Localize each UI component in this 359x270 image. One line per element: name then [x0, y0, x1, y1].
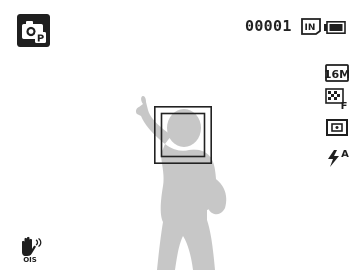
- quality-fine-icon[interactable]: F: [325, 88, 349, 110]
- ois-icon: OIS: [22, 236, 42, 262]
- svg-text:16M: 16M: [325, 68, 349, 81]
- resolution-16m-icon[interactable]: 16M: [325, 64, 349, 82]
- svg-text:F: F: [341, 101, 348, 110]
- metering-icon[interactable]: [325, 119, 349, 137]
- shots-remaining: 00001: [245, 17, 292, 35]
- svg-text:P: P: [37, 34, 44, 45]
- flash-auto-icon[interactable]: A: [325, 146, 351, 168]
- svg-text:A: A: [341, 149, 349, 160]
- internal-memory-icon: IN: [301, 18, 321, 35]
- svg-text:OIS: OIS: [23, 256, 37, 262]
- focus-frame: [154, 106, 212, 164]
- camera-mode-icon: P: [17, 14, 50, 47]
- svg-text:IN: IN: [305, 23, 316, 33]
- battery-full-icon: [324, 21, 346, 34]
- camera-viewfinder: P 00001 IN 16M F A OIS: [0, 0, 359, 270]
- mode-badge[interactable]: P: [17, 14, 50, 47]
